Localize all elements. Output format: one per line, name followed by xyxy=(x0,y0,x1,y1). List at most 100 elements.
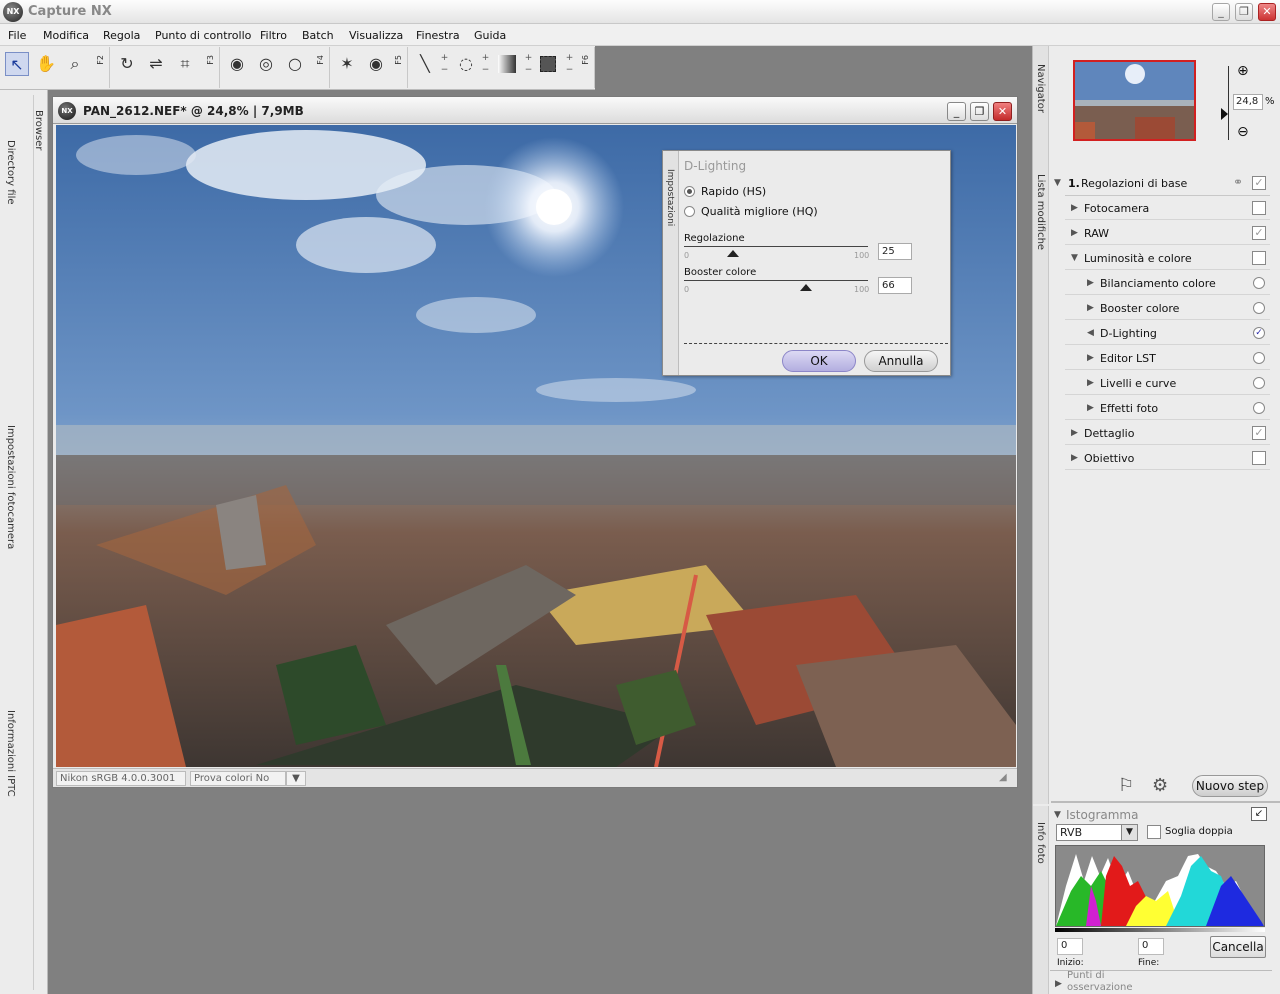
tab-impostazioni-fotocamera[interactable]: Impostazioni fotocamera xyxy=(5,425,16,549)
menu-modifica[interactable]: Modifica xyxy=(43,29,89,42)
menu-regola[interactable]: Regola xyxy=(103,29,140,42)
lasso-minus-icon[interactable]: − xyxy=(481,65,490,75)
brush-minus-icon[interactable]: − xyxy=(440,65,449,75)
edit-row[interactable]: ▶ RAW ✓ xyxy=(1065,221,1270,245)
restore-button[interactable]: ❐ xyxy=(1235,3,1253,21)
marquee-minus-icon[interactable]: − xyxy=(565,65,574,75)
close-button[interactable]: ✕ xyxy=(1258,3,1276,21)
row-toggle[interactable]: ✓ xyxy=(1253,327,1265,339)
nuovo-step-button[interactable]: Nuovo step xyxy=(1192,775,1268,797)
row-expand-icon[interactable]: ▶ xyxy=(1071,428,1078,438)
edit-row[interactable]: ▶ Dettaglio ✓ xyxy=(1065,421,1270,445)
brush-plus-icon[interactable]: + xyxy=(440,53,449,63)
edit-row[interactable]: ▶ Booster colore xyxy=(1065,296,1270,320)
navigator-thumbnail[interactable] xyxy=(1073,60,1196,141)
row-toggle[interactable] xyxy=(1253,377,1265,389)
annulla-button[interactable]: Annulla xyxy=(864,350,938,372)
cancella-button[interactable]: Cancella xyxy=(1210,936,1266,958)
row-checkbox[interactable] xyxy=(1252,451,1266,465)
row-checkbox[interactable] xyxy=(1252,251,1266,265)
hand-tool-icon[interactable]: ✋ xyxy=(34,52,58,76)
step-checkbox[interactable]: ✓ xyxy=(1252,176,1266,190)
menu-filtro[interactable]: Filtro xyxy=(260,29,287,42)
tab-info-foto[interactable]: Info foto xyxy=(1035,822,1046,864)
black-point-tool-icon[interactable]: ◉ xyxy=(225,52,249,76)
doc-minimize-button[interactable]: _ xyxy=(947,102,966,121)
neutral-point-tool-icon[interactable]: ◎ xyxy=(254,52,278,76)
row-toggle[interactable] xyxy=(1253,302,1265,314)
minimize-button[interactable]: _ xyxy=(1212,3,1230,21)
document-titlebar[interactable]: NX PAN_2612.NEF* @ 24,8% | 7,9MB _ ❐ ✕ xyxy=(53,97,1017,124)
edit-row[interactable]: ▶ Effetti foto xyxy=(1065,396,1270,420)
edit-row[interactable]: ◀ D-Lighting ✓ xyxy=(1065,321,1270,345)
row-checkbox[interactable] xyxy=(1252,201,1266,215)
channel-dropdown-icon[interactable]: ▼ xyxy=(1121,825,1137,840)
eyedropper-icon[interactable]: ↙ xyxy=(1251,807,1267,821)
edit-row[interactable]: ▶ Livelli e curve xyxy=(1065,371,1270,395)
row-toggle[interactable] xyxy=(1253,402,1265,414)
menu-batch[interactable]: Batch xyxy=(302,29,334,42)
row-expand-icon[interactable]: ▶ xyxy=(1087,353,1094,363)
gradient-minus-icon[interactable]: − xyxy=(524,65,533,75)
rotate-tool-icon[interactable]: ↻ xyxy=(115,52,139,76)
softproof-select[interactable]: Prova colori No xyxy=(190,771,286,786)
edit-row[interactable]: ▶ Fotocamera xyxy=(1065,196,1270,220)
gear-icon[interactable]: ⚙ xyxy=(1152,775,1168,796)
menu-finestra[interactable]: Finestra xyxy=(416,29,460,42)
radio-rapido-hs[interactable] xyxy=(684,186,695,197)
inizio-input[interactable]: 0 xyxy=(1057,938,1083,955)
regolazione-input[interactable]: 25 xyxy=(878,243,912,260)
soglia-doppia-checkbox[interactable] xyxy=(1147,825,1161,839)
row-expand-icon[interactable]: ▶ xyxy=(1087,378,1094,388)
row-expand-icon[interactable]: ▶ xyxy=(1071,228,1078,238)
doc-close-button[interactable]: ✕ xyxy=(993,102,1012,121)
row-expand-icon[interactable]: ▶ xyxy=(1087,278,1094,288)
doc-restore-button[interactable]: ❐ xyxy=(970,102,989,121)
fine-input[interactable]: 0 xyxy=(1138,938,1164,955)
lasso-plus-icon[interactable]: + xyxy=(481,53,490,63)
menu-guida[interactable]: Guida xyxy=(474,29,506,42)
gradient-tool-icon[interactable] xyxy=(498,55,516,73)
marquee-tool-icon[interactable] xyxy=(540,56,556,72)
histogram-collapse-icon[interactable]: ▼ xyxy=(1054,810,1061,820)
row-checkbox[interactable]: ✓ xyxy=(1252,426,1266,440)
tab-lista-modifiche[interactable]: Lista modifiche xyxy=(1035,174,1046,250)
tab-browser[interactable]: Browser xyxy=(33,110,44,151)
gradient-plus-icon[interactable]: + xyxy=(524,53,533,63)
red-eye-tool-icon[interactable]: ✶ xyxy=(335,52,359,76)
punti-expand-icon[interactable]: ▶ xyxy=(1055,979,1062,989)
edit-row[interactable]: ▶ Obiettivo xyxy=(1065,446,1270,470)
menu-visualizza[interactable]: Visualizza xyxy=(349,29,403,42)
step-header[interactable]: ▼ 1. Regolazioni di base ⚭ ✓ xyxy=(1054,171,1270,196)
row-toggle[interactable] xyxy=(1253,352,1265,364)
zoom-slider-track[interactable] xyxy=(1228,66,1229,140)
row-toggle[interactable] xyxy=(1253,277,1265,289)
row-expand-icon[interactable]: ▶ xyxy=(1071,203,1078,213)
ok-button[interactable]: OK xyxy=(782,350,856,372)
booster-thumb[interactable] xyxy=(800,284,812,291)
brush-tool-icon[interactable]: ╲ xyxy=(413,52,437,76)
zoom-out-icon[interactable]: ⊖ xyxy=(1237,124,1249,140)
zoom-input[interactable]: 24,8 xyxy=(1233,94,1263,110)
row-expand-icon[interactable]: ▶ xyxy=(1087,403,1094,413)
edit-row[interactable]: ▶ Editor LST xyxy=(1065,346,1270,370)
row-expand-icon[interactable]: ▶ xyxy=(1071,453,1078,463)
menu-file[interactable]: File xyxy=(8,29,26,42)
row-expand-icon[interactable]: ◀ xyxy=(1087,328,1094,338)
edit-row[interactable]: ▼ Luminosità e colore xyxy=(1065,246,1270,270)
resize-grip-icon[interactable]: ◢ xyxy=(999,772,1011,784)
radio-qualita-hq[interactable] xyxy=(684,206,695,217)
softproof-dropdown-icon[interactable]: ▼ xyxy=(286,771,306,786)
straighten-tool-icon[interactable]: ⇌ xyxy=(144,52,168,76)
flag-icon[interactable]: ⚐ xyxy=(1118,775,1134,796)
tab-impostazioni[interactable]: Impostazioni xyxy=(665,169,675,226)
tab-navigator[interactable]: Navigator xyxy=(1035,64,1046,113)
direct-select-tool-icon[interactable]: ↖ xyxy=(5,52,29,76)
marquee-plus-icon[interactable]: + xyxy=(565,53,574,63)
zoom-slider-thumb[interactable] xyxy=(1221,108,1228,120)
collapse-step-icon[interactable]: ▼ xyxy=(1054,178,1061,188)
regolazione-track[interactable] xyxy=(684,246,868,247)
row-expand-icon[interactable]: ▼ xyxy=(1071,253,1078,263)
row-checkbox[interactable]: ✓ xyxy=(1252,226,1266,240)
menu-punto-di-controllo[interactable]: Punto di controllo xyxy=(155,29,251,42)
